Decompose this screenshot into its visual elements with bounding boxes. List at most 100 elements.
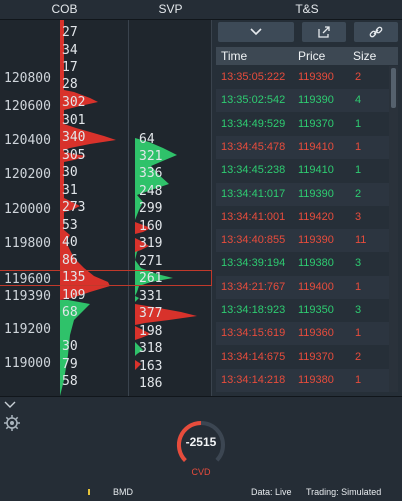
time-and-sales-panel: Time Price Size 13:35:05:222 119390 2 13:35… xyxy=(212,20,402,396)
ts-row[interactable]: 13:34:14:675 119370 2 xyxy=(216,346,389,369)
ts-export-button[interactable] xyxy=(302,22,346,42)
svp-column[interactable]: 64 321 336 248 299 160 319 271 261 331 3… xyxy=(129,20,212,396)
ts-price: 119400 xyxy=(298,280,334,293)
ts-time: 13:34:40:855 xyxy=(221,234,286,247)
cob-level: 28 xyxy=(62,77,78,92)
price-ladder[interactable]: 120800 120600 120400 120200 120000 11980… xyxy=(0,20,60,396)
svp-level: 331 xyxy=(139,289,163,304)
chevron-down-icon xyxy=(250,28,262,36)
ts-row[interactable]: 13:35:02:542 119390 4 xyxy=(216,89,389,113)
svp-level: 248 xyxy=(139,184,163,199)
ts-price: 119390 xyxy=(298,94,334,107)
ts-price: 119410 xyxy=(298,164,334,177)
ts-price: 119410 xyxy=(298,140,334,153)
link-icon xyxy=(369,26,383,38)
cob-level: 305 xyxy=(62,148,86,163)
cob-level: 34 xyxy=(62,43,78,58)
ts-row[interactable]: 13:34:14:218 119380 1 xyxy=(216,368,389,392)
ts-price: 119380 xyxy=(298,373,334,386)
ladder-price: 119000 xyxy=(4,356,51,371)
ts-row[interactable]: 13:34:21:767 119400 1 xyxy=(216,275,389,299)
svp-header: SVP xyxy=(129,0,213,20)
current-price-label: 119390 xyxy=(4,289,51,304)
ts-row[interactable]: 13:34:40:855 119390 11 xyxy=(216,229,389,253)
ts-time: 13:34:49:529 xyxy=(221,117,286,130)
ts-time: 13:34:39:194 xyxy=(221,257,286,270)
cob-level: 301 xyxy=(62,113,86,128)
ts-row[interactable]: 13:34:15:619 119360 1 xyxy=(216,322,389,346)
ts-price: 119390 xyxy=(298,71,334,83)
ts-row[interactable]: 13:34:39:194 119380 3 xyxy=(216,252,389,275)
ts-row[interactable]: 13:35:05:222 119390 2 xyxy=(216,66,389,89)
ts-row[interactable]: 13:34:41:017 119390 2 xyxy=(216,182,389,206)
ts-price: 119420 xyxy=(298,210,334,223)
svp-level: 64 xyxy=(139,132,155,147)
col-size: Size xyxy=(353,49,377,63)
cob-level: 68 xyxy=(62,305,78,320)
svp-title: SVP xyxy=(158,2,183,16)
ladder-price: 120400 xyxy=(4,133,51,148)
current-price-highlight xyxy=(0,270,212,286)
svp-level: 163 xyxy=(139,359,163,374)
cob-title: COB xyxy=(51,2,78,16)
cob-level: 30 xyxy=(62,339,78,354)
ts-size: 3 xyxy=(355,304,362,316)
ts-size: 1 xyxy=(355,140,362,153)
bottom-panel: -2515 CVD BMD Data: Live Trading: Simula… xyxy=(0,396,402,501)
svp-level: 318 xyxy=(139,341,163,356)
svp-level: 186 xyxy=(139,376,163,391)
ts-time: 13:34:41:001 xyxy=(221,210,286,223)
ts-scroll-thumb[interactable] xyxy=(391,68,396,108)
cob-level: 40 xyxy=(62,235,78,250)
ts-price: 119350 xyxy=(298,304,334,316)
ts-dropdown-button[interactable] xyxy=(218,22,294,42)
ts-time: 13:34:41:017 xyxy=(221,187,286,200)
ladder-price: 120200 xyxy=(4,167,51,182)
cob-level: 340 xyxy=(62,130,86,145)
ts-row[interactable]: 13:34:18:923 119350 3 xyxy=(216,299,389,322)
ts-size: 3 xyxy=(355,257,362,270)
ts-time: 13:35:02:542 xyxy=(221,94,286,107)
cob-level: 86 xyxy=(62,253,78,268)
svp-level: 319 xyxy=(139,236,163,251)
svp-level: 198 xyxy=(139,324,163,339)
ts-price: 119380 xyxy=(298,257,334,270)
ts-row[interactable]: 13:34:41:001 119420 3 xyxy=(216,206,389,229)
chevron-down-icon[interactable] xyxy=(4,401,16,409)
ts-link-button[interactable] xyxy=(354,22,398,42)
ts-price: 119370 xyxy=(298,117,334,130)
ts-size: 2 xyxy=(355,187,362,200)
svp-level: 321 xyxy=(139,149,163,164)
ladder-price: 120000 xyxy=(4,202,51,217)
ts-size: 1 xyxy=(355,327,362,340)
ts-row[interactable]: 13:34:49:529 119370 1 xyxy=(216,113,389,136)
ts-size: 2 xyxy=(355,71,362,83)
activity-indicator xyxy=(88,489,90,495)
cob-level: 79 xyxy=(62,357,78,372)
cob-header: COB xyxy=(0,0,130,20)
ts-time: 13:34:14:218 xyxy=(221,373,286,386)
ts-title: T&S xyxy=(295,2,319,16)
ts-scrollbar[interactable] xyxy=(389,66,398,392)
ts-size: 1 xyxy=(355,373,362,386)
col-time: Time xyxy=(221,49,248,63)
ts-time: 13:34:45:478 xyxy=(221,140,286,153)
ts-price: 119370 xyxy=(298,350,334,363)
cob-level: 109 xyxy=(62,288,86,303)
cvd-label: CVD xyxy=(191,467,211,477)
ts-row[interactable]: 13:34:45:238 119410 1 xyxy=(216,159,389,182)
cob-level: 31 xyxy=(62,183,78,198)
ts-row[interactable]: 13:34:45:478 119410 1 xyxy=(216,135,389,159)
status-trading-mode: Trading: Simulated xyxy=(306,487,382,497)
cob-column[interactable]: 27 34 17 28 302 301 340 305 30 31 273 53… xyxy=(60,20,129,396)
ts-time: 13:34:45:238 xyxy=(221,164,286,177)
ts-table-header: Time Price Size xyxy=(216,47,398,65)
ts-size: 3 xyxy=(355,210,362,223)
cob-level: 30 xyxy=(62,165,78,180)
gear-icon[interactable] xyxy=(3,414,21,432)
ts-time: 13:34:14:675 xyxy=(221,350,286,363)
cob-level: 58 xyxy=(62,374,78,389)
cob-level: 27 xyxy=(62,25,78,40)
ts-time: 13:34:15:619 xyxy=(221,327,286,340)
ts-size: 1 xyxy=(355,164,362,177)
